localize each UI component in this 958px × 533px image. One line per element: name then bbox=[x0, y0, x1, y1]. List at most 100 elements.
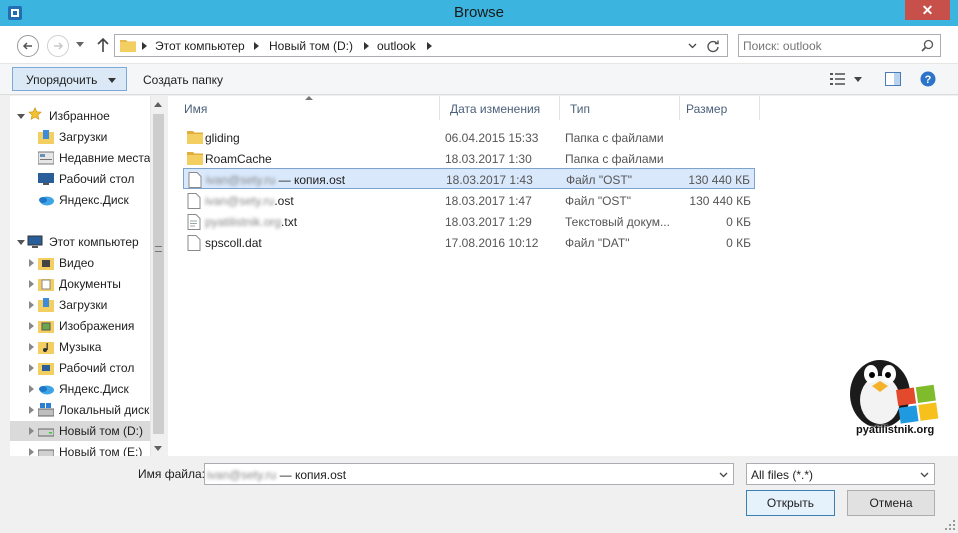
cancel-button[interactable]: Отмена bbox=[847, 490, 935, 516]
file-row[interactable]: ivan@sety.ru.ost 18.03.2017 1:47 Файл "O… bbox=[183, 190, 755, 211]
breadcrumb-this-pc[interactable]: Этот компьютер bbox=[155, 39, 245, 53]
file-size: 0 КБ bbox=[726, 236, 751, 250]
collapse-arrow-icon[interactable] bbox=[17, 240, 25, 245]
expand-arrow-icon[interactable] bbox=[29, 343, 34, 351]
column-header-type[interactable]: Тип bbox=[560, 96, 680, 120]
folder-icon bbox=[187, 152, 203, 165]
file-type: Папка с файлами bbox=[565, 152, 664, 166]
navigation-scrollbar[interactable] bbox=[150, 96, 164, 456]
nav-pc-item[interactable]: Загрузки bbox=[10, 295, 150, 315]
file-row[interactable]: spscoll.dat 17.08.2016 10:12 Файл "DAT" … bbox=[183, 232, 755, 253]
nav-favorites-item[interactable]: Загрузки bbox=[10, 127, 150, 147]
file-row[interactable]: RoamCache 18.03.2017 1:30 Папка с файлам… bbox=[183, 148, 755, 169]
filename-input[interactable]: ivan@sety.ru — копия.ost bbox=[204, 463, 734, 485]
breadcrumb-separator[interactable] bbox=[142, 42, 147, 50]
close-button[interactable]: ✕ bbox=[905, 0, 950, 20]
expand-arrow-icon[interactable] bbox=[29, 406, 34, 414]
refresh-icon[interactable] bbox=[706, 39, 720, 53]
search-icon[interactable] bbox=[921, 39, 934, 52]
view-details-icon[interactable] bbox=[830, 72, 846, 86]
nav-pc-item[interactable]: Музыка bbox=[10, 337, 150, 357]
resize-grip-icon[interactable] bbox=[944, 519, 956, 531]
nav-item-label: Загрузки bbox=[59, 130, 108, 144]
nav-pc-item[interactable]: Новый том (E:) bbox=[10, 442, 150, 456]
breadcrumb-separator[interactable] bbox=[364, 42, 369, 50]
nav-pc-item[interactable]: Документы bbox=[10, 274, 150, 294]
column-header-name[interactable]: Имя bbox=[168, 96, 440, 120]
nav-this-pc[interactable]: Этот компьютер bbox=[10, 232, 150, 252]
new-folder-button[interactable]: Создать папку bbox=[143, 73, 223, 87]
file-name-suffix: .ost bbox=[274, 194, 294, 208]
file-name: spscoll.dat bbox=[205, 236, 262, 250]
organize-label: Упорядочить bbox=[26, 73, 98, 87]
nav-favorites-item[interactable]: Яндекс.Диск bbox=[10, 190, 150, 210]
expand-arrow-icon[interactable] bbox=[29, 385, 34, 393]
nav-pc-item[interactable]: Изображения bbox=[10, 316, 150, 336]
nav-pc-item[interactable]: Яндекс.Диск bbox=[10, 379, 150, 399]
recent-locations-dropdown[interactable] bbox=[76, 42, 84, 48]
breadcrumb-drive-d[interactable]: Новый том (D:) bbox=[269, 39, 353, 53]
scroll-down-arrow[interactable] bbox=[154, 446, 162, 451]
text-file-icon bbox=[187, 214, 201, 230]
nav-item-label: Новый том (E:) bbox=[59, 445, 143, 456]
up-level-button[interactable] bbox=[96, 37, 110, 53]
scroll-up-arrow[interactable] bbox=[154, 102, 162, 107]
back-button[interactable] bbox=[17, 35, 39, 57]
nav-pc-item-selected[interactable]: Новый том (D:) bbox=[10, 421, 150, 441]
nav-pc-item[interactable]: Видео bbox=[10, 253, 150, 273]
nav-pc-item[interactable]: Локальный диск bbox=[10, 400, 150, 420]
expand-arrow-icon[interactable] bbox=[29, 448, 34, 456]
nav-item-label: Яндекс.Диск bbox=[59, 382, 129, 396]
expand-arrow-icon[interactable] bbox=[29, 280, 34, 288]
documents-folder-icon bbox=[38, 279, 54, 291]
expand-arrow-icon[interactable] bbox=[29, 259, 34, 267]
nav-item-label: Загрузки bbox=[59, 298, 108, 312]
file-type: Файл "DAT" bbox=[565, 236, 630, 250]
breadcrumb-separator[interactable] bbox=[254, 42, 259, 50]
file-row[interactable]: gliding 06.04.2015 15:33 Папка с файлами bbox=[183, 127, 755, 148]
chevron-down-icon[interactable] bbox=[719, 472, 728, 478]
nav-item-label: Документы bbox=[59, 277, 121, 291]
penguin-logo-icon bbox=[850, 360, 939, 428]
expand-arrow-icon[interactable] bbox=[29, 427, 34, 435]
nav-item-label: Видео bbox=[59, 256, 95, 270]
file-type: Папка с файлами bbox=[565, 131, 664, 145]
search-input[interactable] bbox=[743, 37, 913, 54]
open-button[interactable]: Открыть bbox=[746, 490, 835, 516]
nav-item-label: Изображения bbox=[59, 319, 135, 333]
nav-favorites-item[interactable]: Недавние места bbox=[10, 148, 150, 168]
navigation-pane: Избранное Загрузки Недавние места Рабочи… bbox=[10, 96, 164, 456]
nav-pc-item[interactable]: Рабочий стол bbox=[10, 358, 150, 378]
breadcrumb-separator[interactable] bbox=[427, 42, 432, 50]
nav-favorites[interactable]: Избранное bbox=[10, 106, 150, 126]
column-header-date[interactable]: Дата изменения bbox=[440, 96, 560, 120]
address-row: Этот компьютер Новый том (D:) outlook bbox=[0, 26, 958, 64]
chevron-down-icon[interactable] bbox=[688, 43, 697, 49]
search-box[interactable] bbox=[738, 34, 941, 57]
organize-button[interactable]: Упорядочить bbox=[12, 67, 127, 91]
address-bar[interactable]: Этот компьютер Новый том (D:) outlook bbox=[114, 34, 728, 57]
view-options-dropdown[interactable] bbox=[854, 77, 862, 82]
downloads-folder-icon bbox=[38, 298, 54, 312]
preview-pane-icon[interactable] bbox=[885, 72, 901, 86]
file-name: ivan@sety.ru — копия.ost bbox=[206, 173, 345, 187]
star-icon bbox=[28, 107, 42, 120]
help-icon[interactable]: ? bbox=[920, 71, 936, 87]
forward-button[interactable] bbox=[47, 35, 69, 57]
breadcrumb-outlook[interactable]: outlook bbox=[377, 39, 416, 53]
expand-arrow-icon[interactable] bbox=[29, 322, 34, 330]
expand-arrow-icon[interactable] bbox=[29, 301, 34, 309]
logo-text: pyatilistnik.org bbox=[856, 424, 935, 436]
chevron-down-icon[interactable] bbox=[920, 472, 929, 478]
file-date: 18.03.2017 1:47 bbox=[445, 194, 532, 208]
file-row-selected[interactable]: ivan@sety.ru — копия.ost 18.03.2017 1:43… bbox=[183, 168, 755, 189]
column-header-size[interactable]: Размер bbox=[680, 96, 760, 120]
file-type-filter[interactable]: All files (*.*) bbox=[746, 463, 935, 485]
file-row[interactable]: pyatilistnik.org.txt 18.03.2017 1:29 Тек… bbox=[183, 211, 755, 232]
file-name-suffix: .txt bbox=[281, 215, 298, 229]
collapse-arrow-icon[interactable] bbox=[17, 114, 25, 119]
nav-favorites-item[interactable]: Рабочий стол bbox=[10, 169, 150, 189]
scrollbar-thumb[interactable] bbox=[153, 114, 164, 434]
expand-arrow-icon[interactable] bbox=[29, 364, 34, 372]
nav-item-label: Музыка bbox=[59, 340, 102, 354]
